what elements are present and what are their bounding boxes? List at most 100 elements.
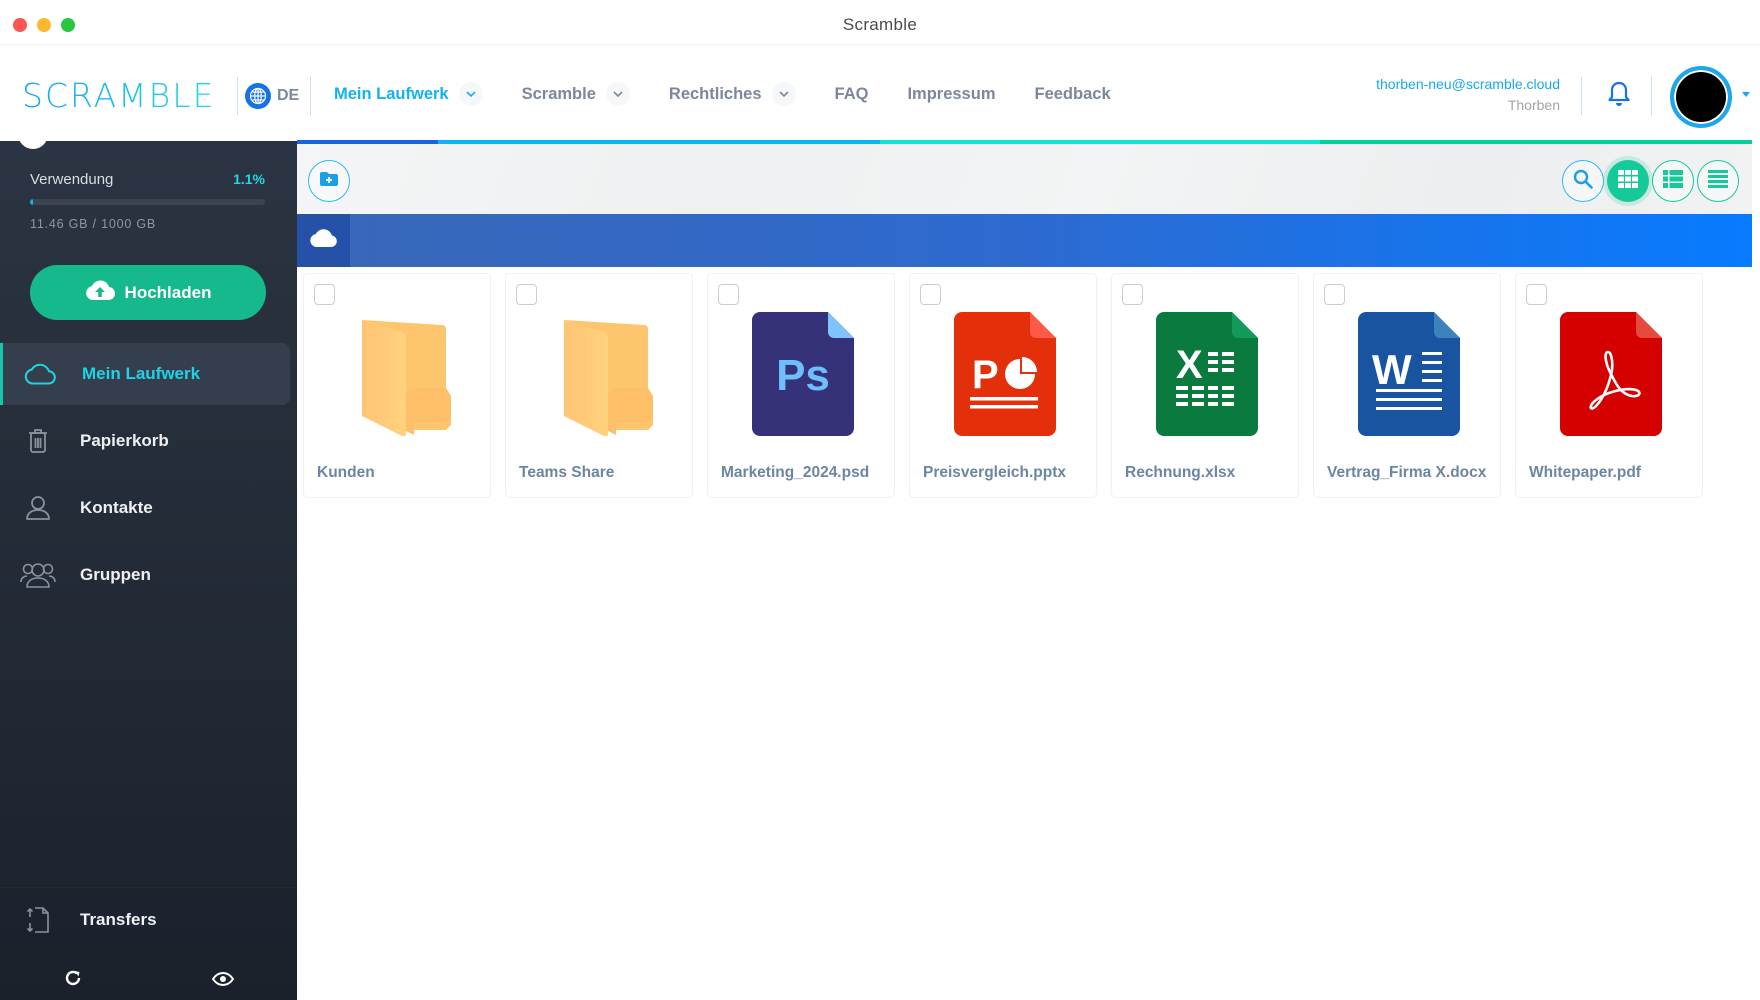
chevron-down-icon[interactable] xyxy=(771,82,796,106)
file-name: Marketing_2024.psd xyxy=(721,464,870,481)
nav-label: FAQ xyxy=(834,84,869,103)
usage-progress-bar xyxy=(30,199,265,205)
upload-button[interactable]: Hochladen xyxy=(30,265,266,320)
pdf-file-icon xyxy=(1560,312,1664,436)
excel-file-icon: X xyxy=(1156,312,1260,436)
sidebar-toggle[interactable] xyxy=(18,133,48,149)
file-grid: Kunden Teams Share Ps Marketing_2024.psd… xyxy=(303,273,1703,498)
chevron-down-icon[interactable] xyxy=(605,82,630,106)
nav-label: Impressum xyxy=(907,84,996,103)
svg-text:Ps: Ps xyxy=(776,351,830,400)
file-card[interactable]: P Preisvergleich.pptx xyxy=(909,273,1097,498)
transfer-file-icon xyxy=(20,902,56,938)
eye-icon[interactable] xyxy=(211,971,235,991)
sidebar-item-label: Papierkorb xyxy=(80,431,169,450)
select-checkbox[interactable] xyxy=(1526,284,1547,305)
divider xyxy=(1651,76,1652,116)
trash-icon xyxy=(20,423,56,459)
file-name: Preisvergleich.pptx xyxy=(923,464,1067,481)
user-name: Thorben xyxy=(1507,97,1560,113)
top-header: SCRAMBLE DE Mein Laufwerk Scramble Recht… xyxy=(0,46,1760,141)
caret-down-icon[interactable] xyxy=(1742,92,1750,97)
nav-faq[interactable]: FAQ xyxy=(835,85,869,104)
scramble-logo[interactable]: SCRAMBLE xyxy=(22,76,215,115)
select-checkbox[interactable] xyxy=(920,284,941,305)
grid-view-button[interactable] xyxy=(1607,160,1649,202)
user-info[interactable]: thorben-neu@scramble.cloud Thorben xyxy=(1376,76,1560,113)
user-icon xyxy=(20,490,56,526)
select-checkbox[interactable] xyxy=(718,284,739,305)
sidebar-item-label: Transfers xyxy=(80,910,157,929)
language-switcher[interactable]: DE xyxy=(245,83,299,109)
file-name: Vertrag_Firma X.docx xyxy=(1327,464,1487,481)
nav-feedback[interactable]: Feedback xyxy=(1035,85,1111,104)
list-view-icon xyxy=(1708,169,1728,193)
breadcrumb-root[interactable] xyxy=(297,214,350,267)
usage-percent: 1.1% xyxy=(233,171,265,187)
notification-bell-icon[interactable] xyxy=(1606,80,1632,113)
user-email: thorben-neu@scramble.cloud xyxy=(1376,76,1560,92)
search-icon xyxy=(1573,169,1593,194)
nav-rechtliches[interactable]: Rechtliches xyxy=(669,82,796,106)
main-nav: Mein Laufwerk Scramble Rechtliches FAQ I… xyxy=(334,82,1150,106)
nav-scramble[interactable]: Scramble xyxy=(522,82,630,106)
chevron-down-icon[interactable] xyxy=(458,82,483,106)
folder-icon xyxy=(550,312,654,438)
sidebar-item-gruppen[interactable]: Gruppen xyxy=(0,544,290,606)
divider xyxy=(310,76,311,116)
file-name: Rechnung.xlsx xyxy=(1125,464,1236,481)
refresh-icon[interactable] xyxy=(64,969,82,992)
sidebar-item-transfers[interactable]: Transfers xyxy=(0,889,290,951)
file-toolbar xyxy=(297,144,1752,214)
svg-text:W: W xyxy=(1372,346,1412,393)
cloud-icon xyxy=(309,228,339,253)
detail-list-view-button[interactable] xyxy=(1652,160,1694,202)
word-file-icon: W xyxy=(1358,312,1462,436)
usage-amount: 11.46 GB / 1000 GB xyxy=(30,217,157,231)
usage-label: Verwendung xyxy=(30,171,114,188)
window-title: Scramble xyxy=(842,15,918,34)
divider xyxy=(237,76,238,116)
detail-list-icon xyxy=(1663,169,1683,193)
file-card[interactable]: W Vertrag_Firma X.docx xyxy=(1313,273,1501,498)
window-titlebar: Scramble xyxy=(0,0,1760,45)
photoshop-file-icon: Ps xyxy=(752,312,856,436)
breadcrumb xyxy=(297,214,1752,267)
sidebar-item-mein-laufwerk[interactable]: Mein Laufwerk xyxy=(0,343,290,405)
file-card[interactable]: X Rechnung.xlsx xyxy=(1111,273,1299,498)
file-card[interactable]: Teams Share xyxy=(505,273,693,498)
nav-impressum[interactable]: Impressum xyxy=(907,85,995,104)
folder-icon xyxy=(348,312,452,438)
file-card[interactable]: Ps Marketing_2024.psd xyxy=(707,273,895,498)
select-checkbox[interactable] xyxy=(314,284,335,305)
nav-label: Feedback xyxy=(1034,84,1111,103)
file-card[interactable]: Kunden xyxy=(303,273,491,498)
file-card[interactable]: Whitepaper.pdf xyxy=(1515,273,1703,498)
divider xyxy=(1581,76,1582,116)
avatar[interactable] xyxy=(1670,66,1732,128)
sidebar-item-label: Kontakte xyxy=(80,498,153,517)
sidebar-item-papierkorb[interactable]: Papierkorb xyxy=(0,410,290,472)
divider xyxy=(0,887,297,888)
file-name: Kunden xyxy=(317,464,375,481)
select-checkbox[interactable] xyxy=(1324,284,1345,305)
sidebar-item-kontakte[interactable]: Kontakte xyxy=(0,477,290,539)
list-view-button[interactable] xyxy=(1697,160,1739,202)
sidebar-item-label: Mein Laufwerk xyxy=(82,364,201,383)
upload-label: Hochladen xyxy=(124,282,212,302)
nav-label: Scramble xyxy=(521,84,596,103)
search-button[interactable] xyxy=(1562,160,1604,202)
sidebar: Verwendung 1.1% 11.46 GB / 1000 GB Hochl… xyxy=(0,133,297,1000)
nav-mein-laufwerk[interactable]: Mein Laufwerk xyxy=(334,82,483,106)
select-checkbox[interactable] xyxy=(1122,284,1143,305)
powerpoint-file-icon: P xyxy=(954,312,1058,436)
select-checkbox[interactable] xyxy=(516,284,537,305)
new-folder-icon xyxy=(319,171,339,192)
group-icon xyxy=(20,557,56,593)
new-folder-button[interactable] xyxy=(308,160,350,202)
nav-label: Mein Laufwerk xyxy=(334,84,449,103)
svg-text:P: P xyxy=(972,353,999,397)
file-name: Whitepaper.pdf xyxy=(1529,464,1641,481)
sidebar-item-label: Gruppen xyxy=(80,565,151,584)
cloud-upload-icon xyxy=(85,279,115,306)
